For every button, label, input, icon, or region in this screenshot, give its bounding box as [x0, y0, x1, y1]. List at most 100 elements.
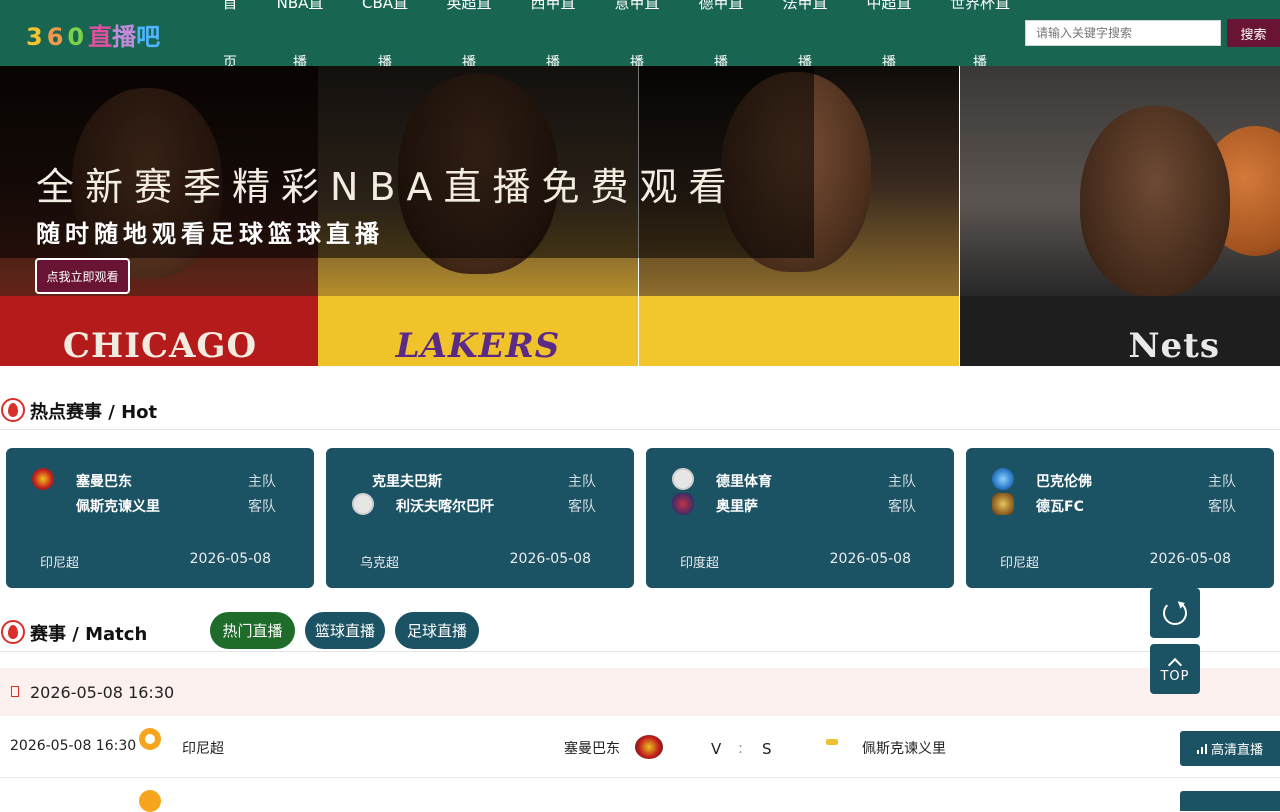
jersey: Nets [960, 296, 1280, 366]
date-group-header: 2026-05-08 16:30 [0, 668, 1280, 716]
match-date: 2026-05-08 [829, 551, 911, 567]
nav-item-cba[interactable]: CBA直播 [355, 0, 415, 66]
nav-item-worldcup[interactable]: 世界杯直播 [940, 0, 1020, 66]
team-logo [352, 493, 374, 515]
nav-item-csl[interactable]: 中超直播 [859, 0, 919, 66]
nav-item-home[interactable]: 首页 [200, 0, 260, 66]
back-to-top-button[interactable]: TOP [1150, 644, 1200, 694]
jersey-text: CHICAGO [62, 326, 258, 366]
nav-item-seriea[interactable]: 意甲直播 [607, 0, 667, 66]
logo-char: 直 [88, 23, 113, 51]
match-row[interactable]: 2026-05-08 16:30 印尼超 塞曼巴东 V : S 佩斯克谏义里 高… [0, 717, 1280, 778]
match-row[interactable] [0, 778, 1280, 812]
nav-label-wrap: 播 [546, 55, 560, 66]
nav-label: NBA直 [276, 0, 324, 12]
nav-label-wrap: 播 [378, 55, 392, 66]
tab-football-live[interactable]: 足球直播 [395, 612, 479, 649]
tab-basketball-live[interactable]: 篮球直播 [305, 612, 385, 649]
match-date: 2026-05-08 [509, 551, 591, 567]
search-input[interactable] [1025, 20, 1221, 46]
jersey [639, 296, 959, 366]
away-team-logo [826, 739, 838, 745]
away-role: 客队 [1208, 499, 1236, 515]
nav-label-wrap: 播 [630, 55, 644, 66]
logo-char: 0 [67, 23, 89, 51]
hot-match-card[interactable]: 巴克伦佛 德瓦FC 主队 客队 印尼超 2026-05-08 [966, 448, 1274, 588]
logo-char: 播 [112, 23, 137, 51]
calendar-icon [11, 686, 19, 697]
tab-hot-live[interactable]: 热门直播 [210, 612, 295, 649]
main-nav: 首页 NBA直播 CBA直播 英超直播 西甲直播 意甲直播 德甲直播 法甲直播 … [200, 0, 1020, 66]
home-role: 主队 [568, 474, 596, 490]
nav-label-wrap: 播 [293, 55, 307, 66]
match-section-header: 赛事 / Match [0, 614, 1280, 652]
jersey-text: Nets [1128, 326, 1220, 366]
nav-item-nba[interactable]: NBA直播 [270, 0, 330, 66]
league-name: 印尼超 [1000, 556, 1040, 571]
hot-match-card[interactable]: 塞曼巴东 佩斯克谏义里 主队 客队 印尼超 2026-05-08 [6, 448, 314, 588]
match-league: 印尼超 [182, 741, 224, 757]
logo-char: 3 [26, 23, 47, 51]
match-date: 2026-05-08 [1149, 551, 1231, 567]
section-title: 热点赛事 / Hot [30, 402, 158, 423]
nav-label-wrap: 页 [223, 55, 237, 66]
nav-label-wrap: 播 [714, 55, 728, 66]
score-right: S [762, 740, 772, 758]
section-title: 赛事 / Match [30, 624, 148, 645]
nav-item-ligue1[interactable]: 法甲直播 [775, 0, 835, 66]
nav-label: 西甲直 [530, 0, 576, 12]
nav-item-laliga[interactable]: 西甲直播 [523, 0, 583, 66]
away-team: 利沃夫喀尔巴阡 [396, 499, 494, 515]
home-team-logo [635, 735, 663, 759]
hot-section-header: 热点赛事 / Hot [0, 392, 1280, 430]
nav-label: 世界杯直 [949, 0, 1010, 12]
match-time: 2026-05-08 16:30 [10, 738, 137, 754]
banner-subtitle: 随时随地观看足球篮球直播 [36, 220, 384, 248]
fire-icon [1, 620, 25, 644]
home-team: 德里体育 [716, 474, 772, 490]
soccer-ball-icon [139, 728, 161, 750]
nav-item-bundesliga[interactable]: 德甲直播 [691, 0, 751, 66]
hot-match-card[interactable]: 克里夫巴斯 利沃夫喀尔巴阡 主队 客队 乌克超 2026-05-08 [326, 448, 634, 588]
nav-label: CBA直 [361, 0, 409, 12]
player-head [1080, 106, 1230, 296]
nav-item-epl[interactable]: 英超直播 [439, 0, 499, 66]
nav-label: 英超直 [446, 0, 492, 12]
hd-live-button[interactable] [1180, 791, 1280, 811]
league-name: 印尼超 [40, 556, 80, 571]
nav-label-wrap: 播 [798, 55, 812, 66]
nav-label: 法甲直 [782, 0, 828, 12]
jersey: LAKERS [318, 296, 638, 366]
home-team: 塞曼巴东 [564, 741, 620, 757]
home-team: 塞曼巴东 [76, 474, 132, 490]
watch-now-button[interactable]: 点我立即观看 [35, 258, 130, 294]
refresh-button[interactable] [1150, 588, 1200, 638]
banner-title: 全新赛季精彩NBA直播免费观看 [36, 165, 738, 209]
league-name: 乌克超 [360, 556, 400, 571]
away-team: 德瓦FC [1036, 499, 1084, 515]
site-logo[interactable]: 3 6 0 直 播 吧 [26, 17, 160, 51]
team-logo [32, 468, 54, 490]
hot-match-card[interactable]: 德里体育 奥里萨 主队 客队 印度超 2026-05-08 [646, 448, 954, 588]
team-logo [992, 493, 1014, 515]
soccer-ball-icon [139, 790, 161, 812]
search-button[interactable]: 搜索 [1227, 19, 1280, 47]
jersey: CHICAGO [0, 296, 320, 366]
team-logo [992, 468, 1014, 490]
team-logo [672, 468, 694, 490]
score-left: V [711, 740, 722, 758]
date-group-label: 2026-05-08 16:30 [30, 683, 175, 702]
nav-label: 首 [222, 0, 238, 12]
nav-label-wrap: 播 [462, 55, 476, 66]
nav-label-wrap: 播 [882, 55, 896, 66]
match-date: 2026-05-08 [189, 551, 271, 567]
away-role: 客队 [888, 499, 916, 515]
score-separator: : [738, 739, 744, 757]
site-header: 3 6 0 直 播 吧 首页 NBA直播 CBA直播 英超直播 西甲直播 意甲直… [0, 0, 1280, 66]
signal-bars-icon [1196, 743, 1207, 754]
refresh-icon [1163, 601, 1187, 625]
home-role: 主队 [888, 474, 916, 490]
nav-label: 意甲直 [614, 0, 660, 12]
hd-live-button[interactable]: 高清直播 [1180, 731, 1280, 766]
away-role: 客队 [568, 499, 596, 515]
